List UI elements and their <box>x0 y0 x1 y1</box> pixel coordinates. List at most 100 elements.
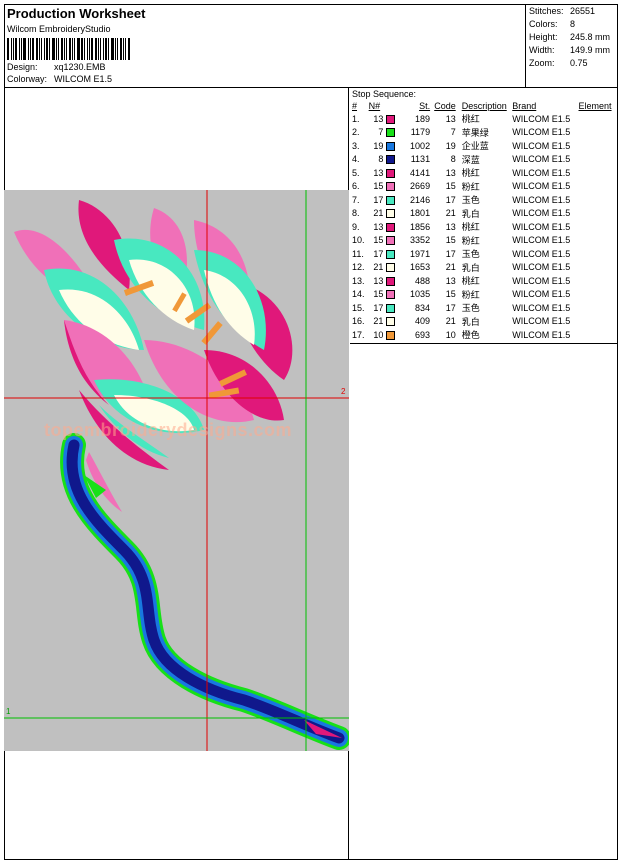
design-value: xq1230.EMB <box>54 62 106 72</box>
table-row: 7. 17 2146 17 玉色 WILCOM E1.5 <box>350 193 618 207</box>
row-element <box>579 126 618 140</box>
design-stats-panel: Stitches: 26551 Colors: 8 Height: 245.8 mm … <box>527 4 618 88</box>
row-description: 桃红 <box>461 114 480 125</box>
col-header-idx: # <box>352 101 358 111</box>
table-row: 1. 13 189 13 桃红 WILCOM E1.5 <box>350 112 618 126</box>
row-description: 桃红 <box>461 168 480 179</box>
row-element <box>579 234 618 248</box>
row-stitches: 1971 <box>410 248 431 259</box>
stop-sequence-title: Stop Sequence: <box>352 89 417 99</box>
worksheet-header: Production Worksheet Wilcom EmbroiderySt… <box>4 4 618 88</box>
table-row: 11. 17 1971 17 玉色 WILCOM E1.5 <box>350 247 618 261</box>
row-swatch <box>383 207 396 221</box>
row-code: 13 <box>445 113 456 124</box>
row-stitches: 1002 <box>410 140 431 151</box>
row-index: 2. <box>352 127 360 138</box>
row-needle: 13 <box>373 113 384 124</box>
row-swatch <box>383 247 396 261</box>
stat-value: 26551 <box>570 6 596 16</box>
row-stitches: 189 <box>415 113 431 124</box>
embroidery-design-image <box>4 190 349 751</box>
row-swatch <box>383 126 396 140</box>
row-stitches: 409 <box>415 316 431 327</box>
row-description: 玉色 <box>461 195 480 206</box>
col-header-needle: N# <box>368 101 381 111</box>
row-description: 玉色 <box>461 303 480 314</box>
row-code: 15 <box>445 181 456 192</box>
color-swatch <box>386 182 396 192</box>
row-element <box>579 274 618 288</box>
color-swatch <box>386 209 396 219</box>
row-swatch <box>383 180 396 194</box>
row-needle: 21 <box>373 262 384 273</box>
row-description: 桃红 <box>461 276 480 287</box>
row-index: 4. <box>352 154 360 165</box>
embroidery-canvas: 2 1 topembroiderydesigns.com <box>4 190 349 751</box>
table-row: 6. 15 2669 15 粉红 WILCOM E1.5 <box>350 180 618 194</box>
row-swatch <box>383 301 396 315</box>
row-code: 10 <box>445 329 456 340</box>
table-row: 3. 19 1002 19 企业蓝 WILCOM E1.5 <box>350 139 618 153</box>
row-code: 17 <box>445 248 456 259</box>
row-description: 深蓝 <box>461 154 480 165</box>
table-row: 17. 10 693 10 橙色 WILCOM E1.5 <box>350 328 618 342</box>
row-description: 乳白 <box>461 316 480 327</box>
row-element <box>579 301 618 315</box>
row-description: 橙色 <box>461 330 480 341</box>
col-header-description: Description <box>461 101 507 111</box>
row-index: 6. <box>352 181 360 192</box>
col-header-element: Element <box>578 101 612 111</box>
stop-sequence-table: # N# St. Code Description Brand Element … <box>350 100 618 342</box>
stat-width: Width: 149.9 mm <box>529 45 610 55</box>
table-row: 14. 15 1035 15 粉红 WILCOM E1.5 <box>350 288 618 302</box>
color-swatch <box>386 236 396 246</box>
row-index: 10. <box>352 235 365 246</box>
row-index: 3. <box>352 140 360 151</box>
row-brand: WILCOM E1.5 <box>512 302 571 313</box>
row-stitches: 1035 <box>410 289 431 300</box>
row-code: 15 <box>445 289 456 300</box>
row-brand: WILCOM E1.5 <box>512 127 571 138</box>
row-needle: 13 <box>373 221 384 232</box>
row-element <box>579 328 618 342</box>
row-brand: WILCOM E1.5 <box>512 329 571 340</box>
table-row: 16. 21 409 21 乳白 WILCOM E1.5 <box>350 315 618 329</box>
guide-label-1: 1 <box>6 707 11 716</box>
row-code: 21 <box>445 262 456 273</box>
row-description: 玉色 <box>461 249 480 260</box>
row-element <box>579 166 618 180</box>
row-element <box>579 261 618 275</box>
colorway-row: Colorway: WILCOM E1.5 <box>7 74 112 84</box>
row-stitches: 1856 <box>410 221 431 232</box>
table-row: 2. 7 1179 7 苹果绿 WILCOM E1.5 <box>350 126 618 140</box>
row-stitches: 2146 <box>410 194 431 205</box>
row-element <box>579 180 618 194</box>
design-preview-area: 2 1 topembroiderydesigns.com <box>4 88 349 860</box>
stat-colors: Colors: 8 <box>529 19 575 29</box>
row-brand: WILCOM E1.5 <box>512 262 571 273</box>
row-element <box>579 220 618 234</box>
row-index: 13. <box>352 275 365 286</box>
row-needle: 10 <box>373 329 384 340</box>
row-index: 15. <box>352 302 365 313</box>
row-swatch <box>383 166 396 180</box>
color-swatch <box>386 155 396 165</box>
row-description: 桃红 <box>461 222 480 233</box>
row-stitches: 1131 <box>410 154 431 165</box>
row-code: 13 <box>445 167 456 178</box>
row-index: 9. <box>352 221 360 232</box>
row-swatch <box>383 261 396 275</box>
row-index: 11. <box>352 248 364 259</box>
stat-stitches: Stitches: 26551 <box>529 6 595 16</box>
table-row: 15. 17 834 17 玉色 WILCOM E1.5 <box>350 301 618 315</box>
row-brand: WILCOM E1.5 <box>512 248 571 259</box>
row-brand: WILCOM E1.5 <box>512 140 571 151</box>
row-code: 7 <box>450 127 456 138</box>
color-swatch <box>386 249 396 259</box>
row-stitches: 834 <box>415 302 431 313</box>
row-code: 15 <box>445 235 456 246</box>
row-needle: 15 <box>373 181 384 192</box>
row-description: 苹果绿 <box>461 127 489 138</box>
row-brand: WILCOM E1.5 <box>512 154 571 165</box>
row-element <box>579 193 618 207</box>
